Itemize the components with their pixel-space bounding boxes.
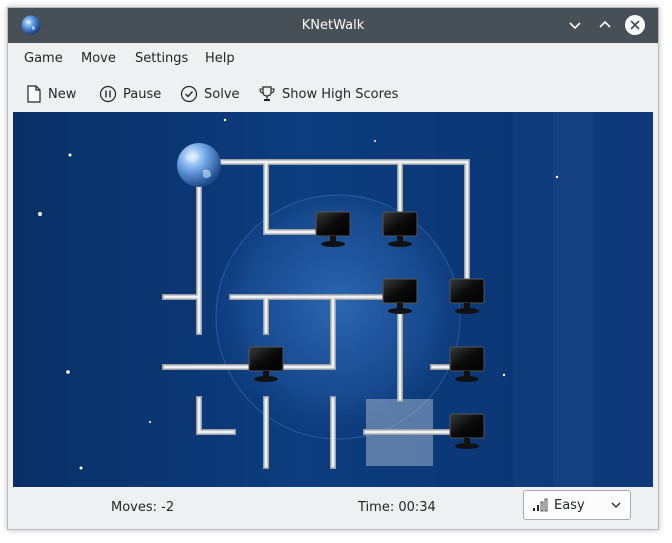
trophy-icon bbox=[259, 86, 275, 101]
toolbar: New Pause Solve Show High Scores bbox=[8, 76, 658, 112]
difficulty-select[interactable]: Easy bbox=[523, 490, 631, 520]
check-circle-icon bbox=[180, 85, 198, 103]
menu-help[interactable]: Help bbox=[205, 44, 235, 74]
minimize-button[interactable] bbox=[564, 14, 586, 36]
pause-label: Pause bbox=[123, 86, 162, 102]
pause-button[interactable]: Pause bbox=[99, 80, 161, 108]
window-title: KNetWalk bbox=[301, 18, 365, 33]
menu-game[interactable]: Game bbox=[24, 44, 63, 74]
time-counter: Time: 00:34 bbox=[358, 500, 436, 515]
difficulty-value: Easy bbox=[554, 497, 585, 513]
signal-bars-icon bbox=[533, 498, 548, 512]
title-bar[interactable]: KNetWalk bbox=[8, 8, 658, 43]
new-button[interactable]: New bbox=[26, 80, 76, 108]
moves-counter: Moves: -2 bbox=[111, 500, 175, 515]
app-window: KNetWalk Game Move Settings Help New Pau… bbox=[7, 7, 659, 530]
game-board[interactable] bbox=[13, 112, 653, 487]
chevron-down-icon bbox=[611, 502, 621, 508]
new-label: New bbox=[48, 86, 77, 102]
show-high-scores-label: Show High Scores bbox=[282, 86, 399, 102]
server-globe[interactable] bbox=[177, 143, 221, 187]
new-document-icon bbox=[27, 85, 41, 103]
maximize-button[interactable] bbox=[594, 14, 616, 36]
board-canvas[interactable] bbox=[13, 112, 653, 487]
solve-button[interactable]: Solve bbox=[180, 80, 240, 108]
menu-settings[interactable]: Settings bbox=[135, 44, 188, 74]
pause-icon bbox=[99, 85, 117, 103]
show-high-scores-button[interactable]: Show High Scores bbox=[258, 80, 398, 108]
menu-bar: Game Move Settings Help bbox=[8, 44, 658, 74]
close-button[interactable] bbox=[624, 14, 646, 36]
menu-move[interactable]: Move bbox=[81, 44, 116, 74]
solve-label: Solve bbox=[204, 86, 240, 102]
background-stripe bbox=[553, 112, 593, 487]
